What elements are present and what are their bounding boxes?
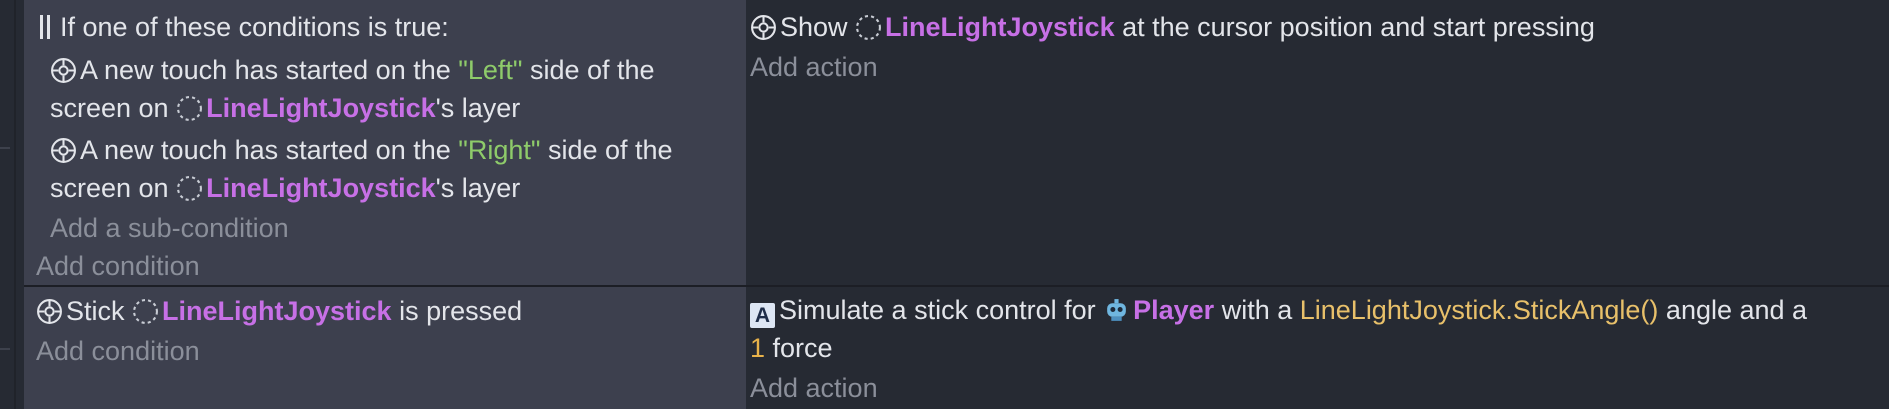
add-action-link[interactable]: Add action	[750, 369, 878, 407]
action-show-joystick[interactable]: Show LineLightJoystick at the cursor pos…	[750, 8, 1595, 51]
add-condition-link[interactable]: Add condition	[36, 247, 200, 285]
sub-condition-left-line2[interactable]: screen on LineLightJoystick's layer	[50, 89, 520, 132]
object-icon	[132, 297, 159, 335]
object-icon	[176, 94, 203, 132]
object-icon	[855, 13, 882, 51]
or-group-icon	[40, 15, 50, 39]
sub-condition-right-line2[interactable]: screen on LineLightJoystick's layer	[50, 169, 520, 212]
add-sub-condition-link[interactable]: Add a sub-condition	[50, 209, 289, 247]
action-simulate-stick-line2[interactable]: 1 force	[750, 329, 833, 367]
gutter-divider	[14, 0, 16, 409]
object-name: LineLightJoystick	[206, 93, 436, 123]
action-simulate-stick-line1[interactable]: A Simulate a stick control for Player wit…	[750, 291, 1807, 334]
joystick-icon	[36, 297, 63, 335]
sub-condition-right-line1[interactable]: A new touch has started on the "Right" s…	[50, 131, 673, 174]
gutter-tick	[0, 348, 10, 350]
string-literal: "Right"	[458, 135, 541, 165]
sub-condition-left-line1[interactable]: A new touch has started on the "Left" si…	[50, 51, 655, 94]
object-name: LineLightJoystick	[885, 12, 1115, 42]
event-gutter	[0, 0, 14, 409]
object-name: LineLightJoystick	[162, 296, 392, 326]
joystick-icon	[750, 13, 777, 51]
object-name: Player	[1133, 295, 1215, 325]
condition-stick-pressed[interactable]: Stick LineLightJoystick is pressed	[36, 292, 522, 335]
object-name: LineLightJoystick	[206, 173, 436, 203]
string-literal: "Left"	[458, 55, 523, 85]
number-literal: 1	[750, 333, 766, 363]
add-condition-link[interactable]: Add condition	[36, 332, 200, 370]
letter-a-icon: A	[750, 303, 775, 328]
add-action-link[interactable]: Add action	[750, 48, 878, 86]
player-robot-icon	[1103, 296, 1130, 334]
or-condition-header[interactable]: If one of these conditions is true:	[40, 8, 449, 46]
object-icon	[176, 174, 203, 212]
gutter-tick	[0, 147, 10, 149]
expression: LineLightJoystick.StickAngle()	[1299, 295, 1659, 325]
